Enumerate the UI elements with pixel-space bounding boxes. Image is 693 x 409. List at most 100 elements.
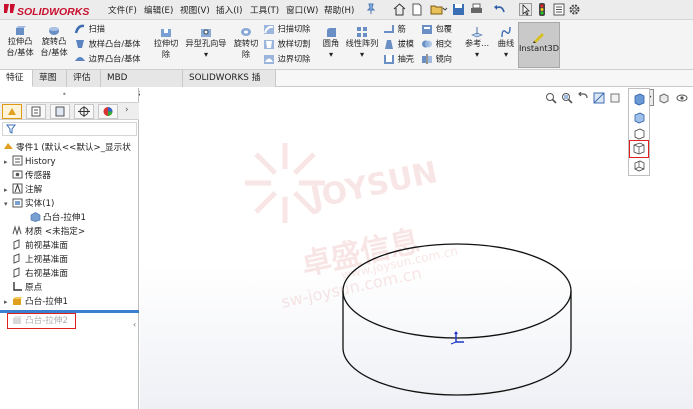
- plane-icon: [13, 267, 20, 278]
- revolve-cut-button[interactable]: 旋转切 除: [230, 26, 262, 60]
- tree-item-origin[interactable]: 原点: [12, 281, 42, 295]
- menu-help[interactable]: 帮助(H): [324, 4, 354, 16]
- cylinder-model[interactable]: [140, 88, 693, 409]
- configuration-manager-tab-icon[interactable]: [50, 104, 70, 119]
- view-top-selected-icon[interactable]: [629, 140, 649, 158]
- tree-item-boss-extrude1[interactable]: ▸ 凸台-拉伸1: [4, 295, 68, 309]
- tree-item-top-plane[interactable]: 上视基准面: [12, 253, 68, 267]
- tab-sketch[interactable]: 草图: [33, 70, 67, 87]
- linear-pattern-icon: [357, 27, 367, 37]
- origin-triad-icon: [450, 331, 464, 345]
- property-manager-tab-icon[interactable]: [26, 104, 46, 119]
- dimxpert-tab-icon[interactable]: [74, 104, 94, 119]
- tab-solidworks-addins[interactable]: SOLIDWORKS 插件: [183, 70, 276, 99]
- menu-file[interactable]: 文件(F): [108, 4, 137, 16]
- instant3d-button[interactable]: Instant3D: [518, 22, 560, 68]
- pin-icon[interactable]: [365, 3, 379, 17]
- view-isometric-icon[interactable]: [633, 111, 646, 127]
- select-arrow-icon[interactable]: [519, 3, 533, 17]
- menu-tools[interactable]: 工具(T): [250, 4, 279, 16]
- panel-tabs-more-icon[interactable]: ›: [125, 105, 129, 115]
- sweep-cut-button[interactable]: 扫描切除: [263, 23, 310, 35]
- panel-collapse-handle[interactable]: ‹: [133, 320, 139, 338]
- hole-wizard-button[interactable]: 异型孔向导 ▾: [183, 26, 229, 60]
- boundary-cut-button[interactable]: 边界切除: [263, 53, 310, 65]
- display-manager-tab-icon[interactable]: [98, 104, 118, 119]
- new-document-icon[interactable]: [411, 3, 425, 17]
- graphics-area[interactable]: JOYSUN 卓盛信息 www.joysun.com.cn sw-joysun.…: [140, 88, 693, 409]
- tree-item-solid-bodies[interactable]: ▾ 实体(1): [4, 197, 54, 211]
- expand-icon[interactable]: ▸: [4, 183, 12, 197]
- expand-icon[interactable]: ▸: [4, 155, 12, 169]
- loft-cut-icon: [264, 40, 274, 49]
- options-gear-icon[interactable]: [568, 3, 582, 17]
- extrude-cut-button[interactable]: 拉伸切 除: [150, 26, 182, 60]
- menu-view[interactable]: 视图(V): [180, 4, 210, 16]
- expand-icon[interactable]: ▸: [4, 295, 12, 309]
- extrude-boss-button[interactable]: 拉伸凸 台/基体: [4, 24, 36, 58]
- zoom-to-area-icon[interactable]: [561, 92, 573, 104]
- panel-grip-icon[interactable]: •: [62, 90, 67, 99]
- loft-cut-button[interactable]: 放样切割: [263, 38, 310, 50]
- loft-button[interactable]: 放样凸台/基体: [74, 38, 141, 50]
- view-isometric-blue-icon[interactable]: [633, 93, 646, 109]
- display-style-icon[interactable]: [658, 92, 670, 104]
- solidworks-logo[interactable]: SOLIDWORKS: [3, 2, 91, 18]
- mirror-button[interactable]: 镜向: [421, 53, 452, 65]
- hole-wizard-dropdown-icon[interactable]: ▾: [204, 49, 208, 59]
- tree-item-annotations[interactable]: ▸ 注解: [4, 183, 42, 197]
- reference-geometry-dropdown-icon[interactable]: ▾: [475, 49, 479, 59]
- view-orientation-dropdown: [628, 88, 650, 176]
- home-icon[interactable]: [393, 3, 407, 17]
- tree-item-sensors[interactable]: 传感器: [4, 169, 51, 183]
- linear-pattern-dropdown-icon[interactable]: ▾: [360, 49, 364, 59]
- zoom-to-fit-icon[interactable]: [545, 92, 557, 104]
- tree-filter-field[interactable]: [2, 122, 137, 136]
- curves-dropdown-icon[interactable]: ▾: [504, 49, 508, 59]
- save-icon[interactable]: [452, 3, 466, 17]
- hole-wizard-icon: [201, 29, 211, 37]
- tree-item-front-plane[interactable]: 前视基准面: [12, 239, 68, 253]
- panel-tab-strip: ›: [0, 102, 139, 120]
- boundary-cut-icon: [264, 55, 274, 64]
- intersect-button[interactable]: 相交: [421, 38, 452, 50]
- tab-evaluate[interactable]: 评估: [67, 70, 101, 87]
- shell-button[interactable]: 抽壳: [383, 53, 414, 65]
- wrap-button[interactable]: 包覆: [421, 23, 452, 35]
- tree-item-label: 注解: [25, 185, 43, 195]
- rib-button[interactable]: 筋: [383, 23, 406, 35]
- tab-mbd-dimensions[interactable]: MBD Dimensions: [101, 70, 183, 99]
- print-icon[interactable]: [470, 3, 484, 17]
- undo-icon[interactable]: [493, 3, 507, 17]
- tab-features[interactable]: 特征: [0, 70, 33, 87]
- tree-root-part[interactable]: 零件1 (默认<<默认>_显示状: [3, 141, 131, 155]
- draft-button[interactable]: 拔模: [383, 38, 414, 50]
- traffic-light-icon[interactable]: [537, 3, 551, 17]
- curves-button[interactable]: 曲线 ▾: [494, 26, 518, 60]
- menu-insert[interactable]: 插入(I): [216, 4, 242, 16]
- sweep-cut-label: 扫描切除: [277, 23, 311, 34]
- menu-edit[interactable]: 编辑(E): [144, 4, 173, 16]
- boundary-boss-button[interactable]: 边界凸台/基体: [74, 53, 141, 65]
- hide-show-items-icon[interactable]: [676, 92, 688, 104]
- fillet-dropdown-icon[interactable]: ▾: [329, 49, 333, 59]
- previous-view-icon[interactable]: [577, 92, 589, 104]
- revolve-cut-label-1: 旋转切: [233, 38, 259, 48]
- view-bottom-icon[interactable]: [633, 159, 646, 175]
- rib-label: 筋: [397, 23, 406, 34]
- collapse-icon[interactable]: ▾: [4, 197, 12, 211]
- sweep-button[interactable]: 扫描: [74, 23, 105, 35]
- fillet-button[interactable]: 圆角 ▾: [318, 26, 344, 60]
- revolve-boss-button[interactable]: 旋转凸 台/基体: [38, 24, 70, 58]
- tree-item-history[interactable]: ▸ History: [4, 155, 56, 169]
- file-properties-icon[interactable]: [553, 3, 567, 17]
- tree-item-material[interactable]: 材质 <未指定>: [12, 225, 85, 239]
- tree-item-right-plane[interactable]: 右视基准面: [12, 267, 68, 281]
- tree-item-solid-body-boss-extrude1[interactable]: 凸台-拉伸1: [30, 211, 86, 225]
- menu-window[interactable]: 窗口(W): [286, 4, 318, 16]
- linear-pattern-button[interactable]: 线性阵列 ▾: [344, 26, 380, 60]
- feature-manager-tab-icon[interactable]: [2, 104, 22, 119]
- dynamic-annotation-icon[interactable]: [609, 92, 621, 104]
- section-view-icon[interactable]: [593, 92, 605, 104]
- reference-geometry-button[interactable]: 参考... ▾: [462, 26, 492, 60]
